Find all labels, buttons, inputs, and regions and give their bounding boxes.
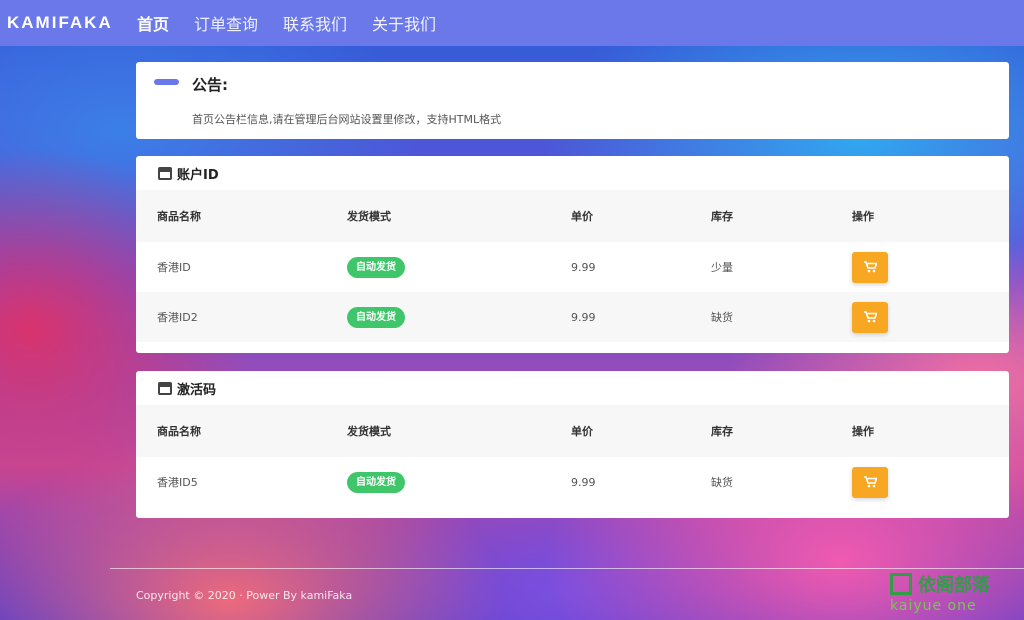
- cart-icon: [863, 261, 877, 273]
- notice-card: 公告: 首页公告栏信息,请在管理后台网站设置里修改，支持HTML格式: [136, 62, 1009, 139]
- action-cell: [852, 301, 888, 333]
- store-icon: [158, 166, 172, 180]
- buy-button[interactable]: [852, 251, 888, 283]
- col-header-action: 操作: [852, 210, 874, 223]
- col-header-price: 单价: [571, 210, 593, 223]
- action-cell: [852, 466, 888, 498]
- nav-item-home[interactable]: 首页: [137, 11, 169, 35]
- top-navbar: KAMIFAKA 首页 订单查询 联系我们 关于我们: [0, 0, 1024, 46]
- notice-accent-bar: [154, 79, 179, 85]
- brand-logo[interactable]: KAMIFAKA: [7, 13, 137, 33]
- product-price: 9.99: [571, 475, 596, 489]
- delivery-mode: 自动发货: [347, 306, 405, 328]
- category-card-account-id: 账户ID 商品名称 发货模式 单价 库存 操作 香港ID 自动发货 9.99 少…: [136, 156, 1009, 353]
- col-header-price: 单价: [571, 425, 593, 438]
- col-header-action: 操作: [852, 425, 874, 438]
- category-title: 账户ID: [177, 167, 219, 183]
- action-cell: [852, 251, 888, 283]
- delivery-mode: 自动发货: [347, 471, 405, 493]
- col-header-stock: 库存: [711, 425, 733, 438]
- product-price: 9.99: [571, 260, 596, 274]
- nav-item-contact[interactable]: 联系我们: [283, 11, 347, 35]
- cart-icon: [863, 311, 877, 323]
- main-nav: 首页 订单查询 联系我们 关于我们: [137, 11, 461, 35]
- product-stock: 少量: [711, 261, 733, 274]
- store-icon: [158, 381, 172, 395]
- nav-item-about[interactable]: 关于我们: [372, 11, 436, 35]
- notice-title: 公告:: [192, 76, 228, 94]
- nav-item-order-query[interactable]: 订单查询: [194, 11, 258, 35]
- col-header-mode: 发货模式: [347, 210, 391, 223]
- category-card-activation-code: 激活码 商品名称 发货模式 单价 库存 操作 香港ID5 自动发货 9.99 缺…: [136, 371, 1009, 518]
- table-header-row: 商品名称 发货模式 单价 库存 操作: [136, 190, 1009, 242]
- footer-divider: [110, 568, 1024, 569]
- product-name: 香港ID: [157, 261, 191, 274]
- cart-icon: [863, 476, 877, 488]
- col-header-name: 商品名称: [157, 210, 201, 223]
- category-header: 激活码: [136, 371, 1009, 405]
- footer-copyright: Copyright © 2020 · Power By kamiFaka: [136, 589, 353, 602]
- watermark-cn-text: 依阁部落: [918, 575, 990, 596]
- table-header-row: 商品名称 发货模式 单价 库存 操作: [136, 405, 1009, 457]
- product-stock: 缺货: [711, 476, 733, 489]
- watermark-logo: 依阁部落 kaiyue one: [890, 570, 1024, 620]
- watermark-en-text: kaiyue one: [890, 598, 977, 614]
- buy-button[interactable]: [852, 301, 888, 333]
- table-row: 香港ID5 自动发货 9.99 缺货: [136, 457, 1009, 507]
- product-name: 香港ID5: [157, 476, 198, 489]
- table-row: 香港ID2 自动发货 9.99 缺货: [136, 292, 1009, 342]
- auto-delivery-badge: 自动发货: [347, 471, 405, 493]
- auto-delivery-badge: 自动发货: [347, 306, 405, 328]
- col-header-stock: 库存: [711, 210, 733, 223]
- product-price: 9.99: [571, 310, 596, 324]
- notice-text: 首页公告栏信息,请在管理后台网站设置里修改，支持HTML格式: [192, 113, 502, 126]
- delivery-mode: 自动发货: [347, 256, 405, 278]
- buy-button[interactable]: [852, 466, 888, 498]
- watermark-icon: [890, 573, 912, 595]
- auto-delivery-badge: 自动发货: [347, 256, 405, 278]
- product-name: 香港ID2: [157, 311, 198, 324]
- category-title: 激活码: [177, 382, 217, 398]
- col-header-mode: 发货模式: [347, 425, 391, 438]
- col-header-name: 商品名称: [157, 425, 201, 438]
- category-header: 账户ID: [136, 156, 1009, 190]
- product-stock: 缺货: [711, 311, 733, 324]
- table-row: 香港ID 自动发货 9.99 少量: [136, 242, 1009, 292]
